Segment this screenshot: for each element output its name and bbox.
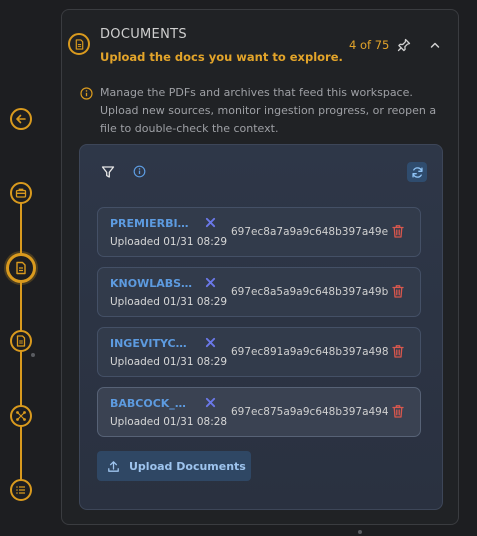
upload-button-label: Upload Documents bbox=[129, 459, 246, 473]
expand-nodes-icon[interactable] bbox=[205, 277, 216, 288]
documents-panel: DOCUMENTS Upload the docs you want to ex… bbox=[61, 9, 459, 525]
panel-description: Manage the PDFs and archives that feed t… bbox=[100, 86, 437, 135]
trash-icon[interactable] bbox=[391, 284, 405, 299]
document-id: 697ec8a7a9a9c648b397a49e bbox=[231, 226, 389, 238]
document-row[interactable]: INGEVITYCORP Uploaded 01/31 08:29 697ec8… bbox=[97, 327, 421, 377]
document-row[interactable]: KNOWLABS,INC Uploaded 01/31 08:29 697ec8… bbox=[97, 267, 421, 317]
refresh-icon bbox=[411, 166, 423, 178]
step-briefcase[interactable] bbox=[10, 182, 32, 204]
expand-nodes-icon[interactable] bbox=[205, 217, 216, 228]
trash-icon[interactable] bbox=[391, 404, 405, 419]
document-uploaded: Uploaded 01/31 08:28 bbox=[110, 416, 228, 428]
refresh-button[interactable] bbox=[407, 162, 427, 182]
document-name[interactable]: KNOWLABS,INC bbox=[110, 277, 194, 290]
nodes-icon bbox=[16, 411, 26, 421]
trash-icon[interactable] bbox=[391, 344, 405, 359]
documents-card: PREMIERBIOMEDICAL Uploaded 01/31 08:29 6… bbox=[79, 144, 443, 510]
bottom-dot bbox=[358, 530, 362, 534]
documents-header-icon bbox=[68, 33, 90, 55]
step-network[interactable] bbox=[10, 405, 32, 427]
file-icon bbox=[16, 335, 26, 347]
info-icon bbox=[80, 87, 93, 100]
panel-title: DOCUMENTS bbox=[100, 27, 187, 42]
expand-nodes-icon[interactable] bbox=[205, 337, 216, 348]
rail-dot bbox=[31, 353, 35, 357]
help-icon[interactable] bbox=[133, 165, 146, 178]
pin-icon[interactable] bbox=[396, 37, 412, 53]
trash-icon[interactable] bbox=[391, 224, 405, 239]
document-count: 4 of 75 bbox=[349, 38, 390, 52]
briefcase-icon bbox=[15, 188, 27, 198]
step-file[interactable] bbox=[10, 330, 32, 352]
list-icon bbox=[16, 486, 25, 494]
document-icon bbox=[75, 38, 83, 50]
document-uploaded: Uploaded 01/31 08:29 bbox=[110, 356, 228, 368]
document-name[interactable]: INGEVITYCORP bbox=[110, 337, 194, 350]
collapse-chevron-icon[interactable] bbox=[427, 37, 443, 53]
panel-subtitle: Upload the docs you want to explore. bbox=[100, 50, 343, 64]
document-name[interactable]: PREMIERBIOMEDICAL bbox=[110, 217, 194, 230]
document-row[interactable]: PREMIERBIOMEDICAL Uploaded 01/31 08:29 6… bbox=[97, 207, 421, 257]
document-id: 697ec891a9a9c648b397a498 bbox=[231, 346, 389, 358]
document-id: 697ec8a5a9a9c648b397a49b bbox=[231, 286, 389, 298]
document-icon bbox=[16, 261, 26, 275]
document-name[interactable]: BABCOCK_WILCOX bbox=[110, 397, 194, 410]
upload-documents-button[interactable]: Upload Documents bbox=[97, 451, 251, 481]
step-list[interactable] bbox=[10, 479, 32, 501]
document-id: 697ec875a9a9c648b397a494 bbox=[231, 406, 389, 418]
back-step-button[interactable] bbox=[10, 108, 32, 130]
upload-icon bbox=[108, 460, 119, 472]
arrow-left-icon bbox=[16, 114, 26, 124]
document-uploaded: Uploaded 01/31 08:29 bbox=[110, 296, 228, 308]
filter-icon[interactable] bbox=[101, 165, 115, 179]
expand-nodes-icon[interactable] bbox=[205, 397, 216, 408]
document-row[interactable]: BABCOCK_WILCOX Uploaded 01/31 08:28 697e… bbox=[97, 387, 421, 437]
step-documents-active[interactable] bbox=[6, 253, 36, 283]
document-uploaded: Uploaded 01/31 08:29 bbox=[110, 236, 228, 248]
